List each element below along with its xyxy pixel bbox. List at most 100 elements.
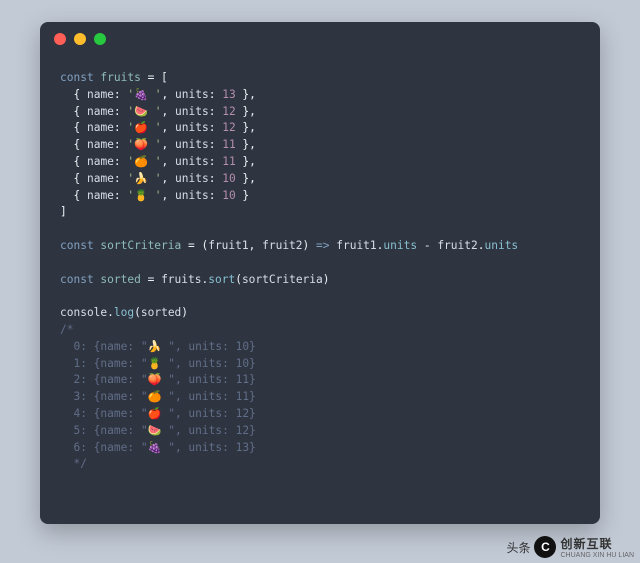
code-token: :	[209, 172, 222, 185]
code-token: 13	[222, 88, 235, 101]
code-line: 3: {name: "🍊 ", units: 11}	[60, 389, 580, 406]
code-token: fruit2	[262, 239, 302, 252]
close-icon[interactable]	[54, 33, 66, 45]
code-token: =	[141, 273, 161, 286]
code-token: /*	[60, 323, 73, 336]
brand-logo-icon: C	[534, 536, 556, 558]
code-token: name	[87, 88, 114, 101]
code-token: 11	[222, 155, 235, 168]
code-line: const sortCriteria = (fruit1, fruit2) =>…	[60, 238, 580, 255]
code-token: {	[73, 155, 86, 168]
code-token: =>	[316, 239, 329, 252]
code-token: {	[73, 88, 86, 101]
code-line	[60, 288, 580, 305]
code-token: name	[87, 155, 114, 168]
code-token: fruits	[161, 273, 201, 286]
code-token: units	[175, 155, 209, 168]
code-token: -	[417, 239, 437, 252]
code-token: .	[107, 306, 114, 319]
code-token: name	[87, 121, 114, 134]
code-token: {	[73, 189, 86, 202]
code-token: ,	[162, 155, 175, 168]
code-token: 10	[222, 172, 235, 185]
code-token: (	[235, 273, 242, 286]
code-token: :	[209, 138, 222, 151]
code-token: ,	[162, 88, 175, 101]
footer-left-text: 头条	[506, 539, 530, 556]
code-token	[60, 189, 73, 202]
code-line: const sorted = fruits.sort(sortCriteria)	[60, 272, 580, 289]
code-token: sort	[208, 273, 235, 286]
code-token: '🍍 '	[127, 189, 161, 202]
code-token: = [	[141, 71, 168, 84]
code-token: (	[134, 306, 141, 319]
code-token: },	[236, 155, 256, 168]
code-token: ,	[162, 121, 175, 134]
code-token: )	[181, 306, 188, 319]
code-token	[60, 121, 73, 134]
code-token: :	[114, 138, 127, 151]
code-token: 2: {name: "🍑 ", units: 11}	[60, 373, 256, 386]
code-token: '🍊 '	[127, 155, 161, 168]
code-token: },	[236, 138, 256, 151]
code-token: 3: {name: "🍊 ", units: 11}	[60, 390, 256, 403]
code-token: units	[383, 239, 417, 252]
code-token: },	[236, 105, 256, 118]
code-token: name	[87, 138, 114, 151]
code-token: :	[114, 189, 127, 202]
code-token	[60, 105, 73, 118]
code-token: },	[236, 172, 256, 185]
code-token: fruit2	[437, 239, 477, 252]
code-token: units	[175, 172, 209, 185]
code-token: '🍇 '	[127, 88, 161, 101]
code-token: :	[209, 121, 222, 134]
code-token: '🍑 '	[127, 138, 161, 151]
code-line: ]	[60, 204, 580, 221]
code-token: :	[114, 105, 127, 118]
code-token: :	[114, 121, 127, 134]
code-line: { name: '🍊 ', units: 11 },	[60, 154, 580, 171]
code-line: 0: {name: "🍌 ", units: 10}	[60, 339, 580, 356]
code-token: const	[60, 273, 94, 286]
code-token: )	[303, 239, 316, 252]
code-token: :	[114, 88, 127, 101]
window-titlebar	[40, 22, 600, 56]
code-token: units	[175, 138, 209, 151]
code-token: {	[73, 138, 86, 151]
code-token: :	[209, 88, 222, 101]
code-token: {	[73, 105, 86, 118]
code-line: 1: {name: "🍍 ", units: 10}	[60, 356, 580, 373]
code-token: ,	[162, 105, 175, 118]
code-token: 4: {name: "🍎 ", units: 12}	[60, 407, 256, 420]
code-token: log	[114, 306, 134, 319]
code-line: /*	[60, 322, 580, 339]
code-token: name	[87, 105, 114, 118]
code-token: units	[175, 189, 209, 202]
code-token: },	[236, 121, 256, 134]
code-token: sorted	[94, 273, 141, 286]
code-token: 12	[222, 121, 235, 134]
code-block: const fruits = [ { name: '🍇 ', units: 13…	[40, 56, 600, 491]
code-line: const fruits = [	[60, 70, 580, 87]
code-token: = (	[181, 239, 208, 252]
code-line: 5: {name: "🍉 ", units: 12}	[60, 423, 580, 440]
code-line: console.log(sorted)	[60, 305, 580, 322]
code-token: ]	[60, 205, 67, 218]
code-token: units	[175, 121, 209, 134]
code-token: sorted	[141, 306, 181, 319]
code-token: units	[484, 239, 518, 252]
code-token: ,	[162, 172, 175, 185]
code-line: { name: '🍉 ', units: 12 },	[60, 104, 580, 121]
code-line: 4: {name: "🍎 ", units: 12}	[60, 406, 580, 423]
zoom-icon[interactable]	[94, 33, 106, 45]
code-token: {	[73, 121, 86, 134]
code-token: }	[236, 189, 249, 202]
footer-watermark: 头条 C 创新互联 CHUANG XIN HU LIAN	[506, 535, 634, 559]
code-token: '🍉 '	[127, 105, 161, 118]
code-line: 2: {name: "🍑 ", units: 11}	[60, 372, 580, 389]
code-token: sortCriteria	[94, 239, 182, 252]
code-token: 6: {name: "🍇 ", units: 13}	[60, 441, 256, 454]
minimize-icon[interactable]	[74, 33, 86, 45]
code-token: const	[60, 239, 94, 252]
code-token: const	[60, 71, 94, 84]
